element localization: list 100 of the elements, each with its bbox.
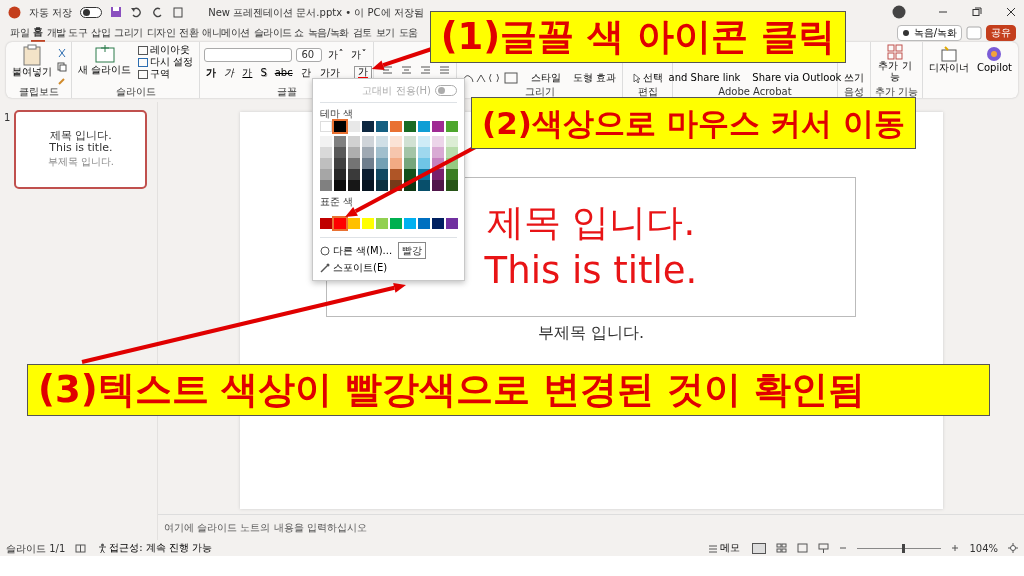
shade-swatch[interactable] xyxy=(404,136,416,147)
shade-swatch[interactable] xyxy=(376,158,388,169)
share-outlook-button[interactable]: Share via Outlook xyxy=(750,72,844,84)
color-swatch[interactable] xyxy=(390,218,402,229)
shrink-font-button[interactable]: 가ˇ xyxy=(349,49,369,61)
shade-swatch[interactable] xyxy=(404,180,416,191)
align-left-icon[interactable] xyxy=(382,66,394,76)
underline-button[interactable]: 가 xyxy=(240,67,255,79)
shade-swatch[interactable] xyxy=(348,169,360,180)
menu-tab[interactable]: 개발 도구 xyxy=(44,24,90,42)
reading-view-icon[interactable] xyxy=(797,543,809,553)
zoom-in-icon[interactable] xyxy=(951,544,960,552)
font-size-field[interactable]: 60 xyxy=(296,48,323,62)
bold-button[interactable]: 가 xyxy=(204,67,219,79)
paste-button[interactable]: 붙여넣기 xyxy=(10,44,54,86)
shade-swatch[interactable] xyxy=(362,180,374,191)
menu-tab[interactable]: 그리기 xyxy=(112,24,145,42)
add-ins-button[interactable]: 추가 기능 xyxy=(874,44,915,82)
accessibility-button[interactable]: 접근성: 계속 진행 가능 xyxy=(96,542,215,554)
shade-swatch[interactable] xyxy=(320,158,332,169)
shade-swatch[interactable] xyxy=(334,158,346,169)
justify-icon[interactable] xyxy=(439,66,451,76)
shade-swatch[interactable] xyxy=(320,180,332,191)
menu-tab[interactable]: 녹음/녹화 xyxy=(305,24,351,42)
color-swatch[interactable] xyxy=(432,121,444,132)
color-swatch[interactable] xyxy=(418,218,430,229)
brush-icon[interactable] xyxy=(57,76,67,86)
slide-thumbnail[interactable]: 제목 입니다. This is title. 부제목 입니다. xyxy=(14,110,148,189)
shade-swatch[interactable] xyxy=(418,158,430,169)
reset-button[interactable]: 다시 설정 xyxy=(136,56,196,68)
shade-swatch[interactable] xyxy=(432,136,444,147)
select-button[interactable]: 선택 xyxy=(630,72,665,84)
shade-swatch[interactable] xyxy=(446,180,458,191)
notes-button[interactable]: 메모 xyxy=(706,542,743,554)
shade-swatch[interactable] xyxy=(404,169,416,180)
color-swatch[interactable] xyxy=(348,121,360,132)
grow-font-button[interactable]: 가ˆ xyxy=(326,49,346,61)
shade-swatch[interactable] xyxy=(376,180,388,191)
close-icon[interactable] xyxy=(1006,7,1016,17)
shade-swatch[interactable] xyxy=(418,169,430,180)
color-swatch[interactable] xyxy=(418,121,430,132)
color-swatch[interactable] xyxy=(446,218,458,229)
save-icon[interactable] xyxy=(110,6,123,18)
shade-swatch[interactable] xyxy=(390,169,402,180)
avatar-icon[interactable] xyxy=(892,5,906,19)
copy-icon[interactable] xyxy=(57,62,67,72)
shade-swatch[interactable] xyxy=(390,180,402,191)
color-swatch[interactable] xyxy=(348,218,360,229)
font-name-field[interactable] xyxy=(204,48,293,62)
designer-button[interactable]: 디자이너 xyxy=(926,46,971,98)
shade-swatch[interactable] xyxy=(362,158,374,169)
shade-swatch[interactable] xyxy=(334,180,346,191)
book-icon[interactable] xyxy=(75,543,87,553)
shade-swatch[interactable] xyxy=(418,180,430,191)
autosave-toggle[interactable] xyxy=(80,6,103,18)
shade-swatch[interactable] xyxy=(348,147,360,158)
shade-swatch[interactable] xyxy=(446,136,458,147)
sorter-view-icon[interactable] xyxy=(776,543,788,553)
presentation-icon[interactable] xyxy=(818,543,830,553)
shade-swatch[interactable] xyxy=(446,158,458,169)
menu-tab[interactable]: 파일 xyxy=(8,24,31,42)
align-right-icon[interactable] xyxy=(420,66,432,76)
dictate-button[interactable]: 쓰기 xyxy=(841,72,866,84)
normal-view-icon[interactable] xyxy=(752,542,767,554)
shape-effects-button[interactable]: 도형 효과 xyxy=(571,72,619,84)
shade-swatch[interactable] xyxy=(404,158,416,169)
color-swatch[interactable] xyxy=(446,121,458,132)
shade-swatch[interactable] xyxy=(362,147,374,158)
shade-swatch[interactable] xyxy=(446,147,458,158)
shade-swatch[interactable] xyxy=(376,136,388,147)
shade-swatch[interactable] xyxy=(320,147,332,158)
color-swatch[interactable] xyxy=(404,121,416,132)
shade-swatch[interactable] xyxy=(418,147,430,158)
color-swatch[interactable] xyxy=(376,121,388,132)
shade-swatch[interactable] xyxy=(362,136,374,147)
color-swatch[interactable] xyxy=(404,218,416,229)
case-button[interactable]: 가가 xyxy=(317,67,342,79)
shade-swatch[interactable] xyxy=(334,169,346,180)
menu-tab[interactable]: 전환 xyxy=(177,24,201,42)
cut-icon[interactable] xyxy=(57,48,67,58)
share-link-button[interactable]: and Share link xyxy=(666,72,743,84)
menu-tab[interactable]: 슬라이드 쇼 xyxy=(251,24,306,42)
style-button[interactable]: 스타일 xyxy=(529,72,564,84)
align-center-icon[interactable] xyxy=(401,66,413,76)
shade-swatch[interactable] xyxy=(432,158,444,169)
zoom-out-icon[interactable] xyxy=(839,544,848,552)
layout-button[interactable]: 레이아웃 xyxy=(136,44,196,56)
spacing-button[interactable]: 간 xyxy=(298,67,314,79)
shade-swatch[interactable] xyxy=(432,169,444,180)
shade-swatch[interactable] xyxy=(362,169,374,180)
color-swatch[interactable] xyxy=(320,218,332,229)
shade-swatch[interactable] xyxy=(376,169,388,180)
copilot-button[interactable]: Copilot xyxy=(974,46,1014,98)
new-slide-button[interactable]: 새 슬라이드 xyxy=(76,44,134,86)
color-swatch[interactable] xyxy=(376,218,388,229)
color-swatch[interactable] xyxy=(334,218,346,229)
menu-tab[interactable]: 도움 xyxy=(396,24,420,42)
shade-swatch[interactable] xyxy=(432,147,444,158)
color-swatch[interactable] xyxy=(334,121,346,132)
notes-placeholder[interactable]: 여기에 슬라이드 노트의 내용을 입력하십시오 xyxy=(164,520,367,535)
